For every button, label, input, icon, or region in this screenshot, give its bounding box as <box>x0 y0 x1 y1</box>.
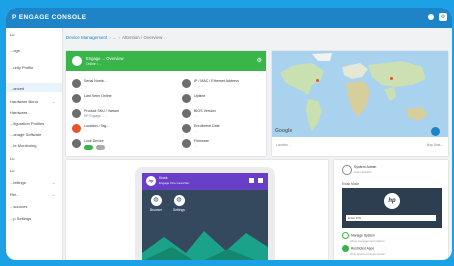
sidebar-item[interactable]: Lu <box>10 32 14 37</box>
sidebar-item[interactable]: Hardware... <box>10 110 31 115</box>
sidebar: Lu ...ogs ...urity Profile ...anced Hard… <box>6 28 63 260</box>
device-status-text: Online • ... <box>86 62 102 66</box>
info-icon <box>72 109 81 118</box>
map-brand: Google <box>275 128 293 134</box>
chevron-down-icon[interactable]: ⌄ <box>52 180 55 185</box>
network-icon <box>182 79 191 88</box>
device-preview-card: hp Kiosk Engage One Launcher ◍ Browser ◍… <box>66 160 328 260</box>
sidebar-item[interactable]: ...anced <box>10 86 24 91</box>
secondary-toggle[interactable] <box>96 145 105 150</box>
sidebar-item[interactable]: Rei... <box>10 192 19 197</box>
firmware-icon <box>182 139 191 148</box>
map-pin-icon[interactable] <box>390 77 393 80</box>
calendar-icon <box>182 124 191 133</box>
tablet-screen[interactable]: hp Kiosk Engage One Launcher ◍ Browser ◍… <box>142 173 268 260</box>
notification-icon[interactable] <box>428 14 434 20</box>
world-map-shapes <box>280 53 428 131</box>
world-map[interactable] <box>272 51 448 137</box>
section-title: Kiosk Mode <box>342 182 360 186</box>
app-title: P ENGAGE CONSOLE <box>12 14 87 21</box>
device-avatar <box>72 56 82 66</box>
timer-icon <box>182 94 191 103</box>
chip-icon <box>182 109 191 118</box>
sidebar-item[interactable]: ...ogs <box>10 48 20 53</box>
account-icon[interactable]: ⚙ <box>439 13 447 21</box>
breadcrumb: Device Management ›... › Attention / Overvi… <box>66 35 163 40</box>
map-footer-left: Location ... <box>276 143 292 147</box>
tablet-frame: hp Kiosk Engage One Launcher ◍ Browser ◍… <box>135 167 275 260</box>
gear-icon[interactable]: ⚙ <box>257 57 262 64</box>
device-info-card: Engage ... Overview Online • ... ⚙ Seria… <box>66 51 266 156</box>
breadcrumb-link[interactable]: Device Management <box>66 35 107 40</box>
map-locate-button[interactable] <box>431 127 440 136</box>
sidebar-item[interactable]: ...te Monitoring <box>10 143 36 148</box>
lock-toggle[interactable] <box>84 145 93 150</box>
hp-logo-icon: hp <box>384 193 400 209</box>
kiosk-settings-card: System Admin Administrator Kiosk Mode hp… <box>334 160 448 260</box>
chevron-down-icon[interactable]: ⌄ <box>52 99 55 104</box>
mountain-wallpaper <box>142 231 268 260</box>
sidebar-item[interactable]: ...urity Profile <box>10 65 33 70</box>
console-window: P ENGAGE CONSOLE ⚙ Lu ...ogs ...urity Pr… <box>6 8 452 260</box>
device-name: Engage ... Overview <box>86 56 124 61</box>
sidebar-item[interactable]: ...figuration Profiles <box>10 121 44 126</box>
map-footer: Google Location ... Map Data ... <box>272 128 448 156</box>
sidebar-item[interactable]: Lu <box>10 156 14 161</box>
kiosk-preview-banner: hp Enter PIN <box>342 188 442 228</box>
pin-input[interactable]: Enter PIN <box>346 215 436 221</box>
radio-icon[interactable] <box>342 245 349 252</box>
location-map-card: Google Location ... Map Data ... <box>272 51 448 156</box>
user-role: Administrator <box>354 170 372 174</box>
tag-icon <box>72 79 81 88</box>
breadcrumb-current: Attention / Overview <box>122 35 163 40</box>
map-pin-icon[interactable] <box>316 79 319 82</box>
sidebar-item[interactable]: Lu <box>10 168 14 173</box>
clock-icon <box>72 94 81 103</box>
location-pin-icon <box>72 124 81 133</box>
radio-icon[interactable] <box>342 232 349 239</box>
user-icon <box>342 165 352 175</box>
device-status-header: Engage ... Overview Online • ... ⚙ <box>66 51 266 71</box>
option-manage-system[interactable]: Manage System Allow management options <box>342 232 385 243</box>
sidebar-item[interactable]: ...tellings <box>10 180 26 185</box>
sidebar-item[interactable]: Hardware Bund <box>10 99 38 104</box>
user-name: System Admin <box>354 165 377 169</box>
chevron-down-icon[interactable]: ⌄ <box>52 192 55 197</box>
map-footer-right: Map Data ... <box>426 143 444 147</box>
option-restricted-apps[interactable]: Restricted Apps Only approved apps shown <box>342 245 385 256</box>
sidebar-item[interactable]: ...sources <box>10 204 27 209</box>
top-bar: P ENGAGE CONSOLE ⚙ <box>6 8 452 28</box>
sidebar-item[interactable]: ...p Settings <box>10 216 31 221</box>
breadcrumb-link[interactable]: ... <box>113 35 117 40</box>
sidebar-item[interactable]: ...anage Software <box>10 132 41 137</box>
lock-icon <box>72 139 81 148</box>
